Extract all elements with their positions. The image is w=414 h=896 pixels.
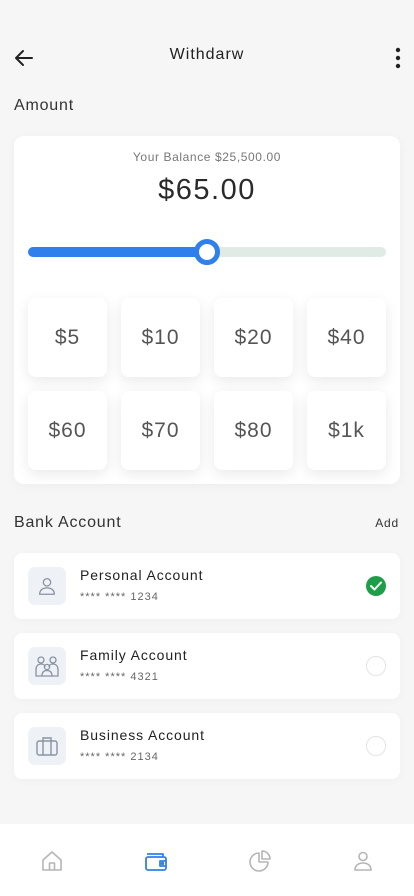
withdraw-screen: Withdarw Amount Your Balance $25,500.00 … — [0, 0, 414, 896]
quick-amount-button[interactable]: $10 — [121, 298, 200, 377]
quick-amount-button[interactable]: $5 — [28, 298, 107, 377]
slider-fill — [28, 247, 207, 257]
page-title: Withdarw — [169, 46, 245, 63]
amount-value: $65.00 — [158, 174, 256, 206]
home-icon — [42, 851, 62, 871]
quick-amount-button[interactable]: $40 — [307, 298, 386, 377]
quick-amount-button[interactable]: $20 — [214, 298, 293, 377]
app-header: Withdarw — [0, 36, 414, 80]
account-name: Personal Account — [80, 567, 204, 583]
account-icon-box — [28, 647, 66, 685]
account-name: Family Account — [80, 647, 188, 663]
wallet-icon — [145, 853, 167, 871]
account-card-personal[interactable]: Personal Account **** **** 1234 — [14, 553, 400, 619]
quick-amount-button[interactable]: $1k — [307, 391, 386, 470]
nav-wallet[interactable] — [141, 846, 171, 876]
quick-amount-button[interactable]: $70 — [121, 391, 200, 470]
more-options-button[interactable] — [386, 42, 410, 74]
quick-amount-button[interactable]: $80 — [214, 391, 293, 470]
slider-thumb[interactable] — [194, 239, 220, 265]
user-icon — [39, 578, 55, 595]
account-number: **** **** 2134 — [80, 751, 159, 763]
selected-check-icon[interactable] — [366, 576, 386, 596]
account-radio[interactable] — [366, 656, 386, 676]
profile-icon — [354, 851, 372, 871]
account-icon-box — [28, 567, 66, 605]
pie-chart-icon — [249, 850, 271, 872]
account-icon-box — [28, 727, 66, 765]
account-card-family[interactable]: Family Account **** **** 4321 — [14, 633, 400, 699]
bank-account-section-label: Bank Account — [14, 514, 122, 531]
nav-stats[interactable] — [245, 846, 275, 876]
nav-profile[interactable] — [348, 846, 378, 876]
amount-card: Your Balance $25,500.00 $65.00 $5 $10 $2… — [14, 136, 400, 484]
briefcase-icon — [36, 737, 58, 756]
more-vertical-icon — [395, 47, 401, 69]
account-card-business[interactable]: Business Account **** **** 2134 — [14, 713, 400, 779]
quick-amount-grid: $5 $10 $20 $40 $60 $70 $80 $1k — [28, 298, 386, 470]
add-account-button[interactable]: Add — [375, 516, 399, 530]
account-radio[interactable] — [366, 736, 386, 756]
nav-home[interactable] — [37, 846, 67, 876]
account-number: **** **** 4321 — [80, 671, 159, 683]
amount-section-label: Amount — [14, 97, 74, 114]
balance-text: Your Balance $25,500.00 — [132, 150, 282, 164]
account-name: Business Account — [80, 727, 205, 743]
quick-amount-button[interactable]: $60 — [28, 391, 107, 470]
amount-slider[interactable] — [28, 239, 386, 265]
family-icon — [35, 656, 59, 677]
account-number: **** **** 1234 — [80, 591, 159, 603]
bottom-nav — [0, 824, 414, 896]
